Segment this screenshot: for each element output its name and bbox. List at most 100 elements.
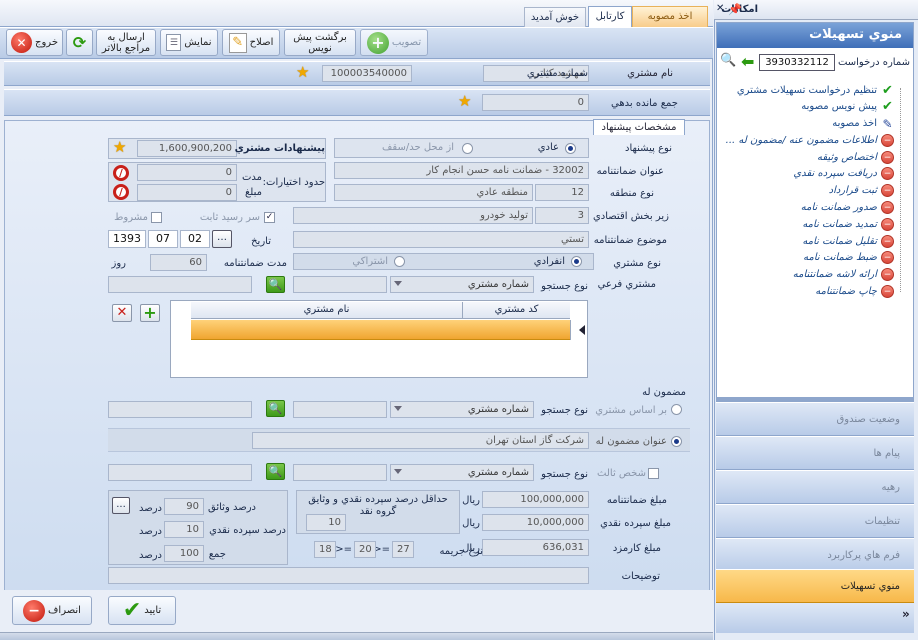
date-day-field[interactable]: 02 bbox=[180, 230, 210, 248]
joint-radio[interactable] bbox=[394, 256, 405, 267]
check-icon: ✔ bbox=[882, 99, 893, 114]
date-year-field[interactable]: 1393 bbox=[108, 230, 146, 248]
fixed-receipt-label: سر رسيد ثابت bbox=[199, 212, 260, 223]
third-search-select[interactable]: شماره مشتري bbox=[390, 464, 534, 481]
tree-item-print[interactable]: − چاپ ضمانتنامه bbox=[815, 285, 894, 298]
approve-button[interactable]: تصویب + bbox=[360, 29, 428, 56]
check-icon: ✔ bbox=[882, 83, 893, 98]
stop-icon: − bbox=[881, 235, 894, 248]
tree-item-issue[interactable]: − صدور ضمانت نامه bbox=[801, 201, 894, 214]
type-limit-radio[interactable] bbox=[462, 143, 473, 154]
tree-item-collateral[interactable]: − اختصاص وثيقه bbox=[817, 151, 894, 164]
close-icon: ✕ bbox=[11, 32, 33, 53]
subject-label: موضوع ضمانتنامه bbox=[593, 235, 667, 246]
third-party-input[interactable] bbox=[293, 464, 387, 481]
tree-item-contract[interactable]: − ثبت قرارداد bbox=[829, 184, 894, 197]
type-limit-label: از محل حد/سقف bbox=[382, 142, 454, 153]
document-icon: ☰ bbox=[166, 34, 182, 51]
expand-chevron-icon[interactable]: » bbox=[902, 607, 910, 621]
nav-frequent-forms[interactable]: فرم هاي پركاربرد bbox=[716, 538, 914, 572]
delete-row-button[interactable]: ✕ bbox=[112, 304, 132, 322]
gt-duration-field: 60 bbox=[150, 254, 207, 271]
collateral-pct-label: درصد وثائق bbox=[208, 502, 256, 513]
beneficiary-search-value: شماره مشتري bbox=[467, 404, 529, 415]
conditional-label: مشروط bbox=[114, 212, 148, 223]
back-arrow-icon[interactable]: ⬅ bbox=[741, 52, 754, 71]
sub-customer-input[interactable] bbox=[293, 276, 387, 293]
tree-item-beneficiary-info[interactable]: − اطلاعات مضمون عنه /مضمون له ... bbox=[726, 134, 894, 147]
tree-item-approval[interactable]: ✎ اخذ مصوبه bbox=[832, 117, 894, 131]
region-code-field: 12 bbox=[535, 184, 589, 201]
exit-button[interactable]: خروج ✕ bbox=[6, 29, 63, 56]
star-icon[interactable]: ★ bbox=[296, 63, 309, 81]
date-month-field[interactable]: 07 bbox=[148, 230, 178, 248]
tree-item-extend[interactable]: − تمديد ضمانت نامه bbox=[802, 218, 894, 231]
tree-item-label: اخذ مصوبه bbox=[832, 118, 877, 129]
pin-icon[interactable]: 📌 bbox=[728, 3, 742, 16]
nav-settings[interactable]: تنظيمات bbox=[716, 504, 914, 538]
delete-icon: ✕ bbox=[116, 305, 128, 320]
add-row-button[interactable]: + bbox=[140, 304, 160, 322]
stop-icon: − bbox=[881, 268, 894, 281]
show-button[interactable]: نمایش ☰ bbox=[160, 29, 218, 56]
chevron-down-icon bbox=[394, 281, 402, 286]
tree-item-label: اطلاعات مضمون عنه /مضمون له ... bbox=[725, 135, 877, 146]
beneficiary-customer-input[interactable] bbox=[293, 401, 387, 418]
star-icon[interactable]: ★ bbox=[113, 138, 126, 156]
cancel-button[interactable]: انصراف − bbox=[12, 596, 92, 625]
collateral-more-button[interactable]: ... bbox=[112, 497, 130, 514]
search-icon[interactable]: 🔍 bbox=[720, 53, 736, 68]
search-button[interactable]: 🔍 bbox=[266, 276, 285, 293]
stop-icon: − bbox=[881, 251, 894, 264]
tree-item-reduce[interactable]: − تقليل ضمانت نامه bbox=[802, 235, 894, 248]
return-draft-button[interactable]: برگشت پیش نویس bbox=[284, 29, 356, 56]
conditional-checkbox[interactable] bbox=[151, 212, 162, 223]
beneficiary-search-select[interactable]: شماره مشتري bbox=[390, 401, 534, 418]
nav-facilities-menu[interactable]: منوي تسهيلات bbox=[716, 569, 914, 603]
tree-item-seize[interactable]: − ضبط ضمانت نامه bbox=[803, 251, 894, 264]
send-higher-button[interactable]: ارسال به مراجع بالاتر bbox=[96, 29, 156, 56]
fixed-receipt-checkbox[interactable]: ✓ bbox=[264, 212, 275, 223]
type-normal-radio[interactable] bbox=[565, 143, 576, 154]
no-entry-icon: / bbox=[113, 184, 129, 200]
beneficiary-title-field[interactable]: شركت گاز استان تهران bbox=[252, 432, 589, 449]
tree-item-label: تقليل ضمانت نامه bbox=[802, 236, 877, 247]
tree-item-label: چاپ ضمانتنامه bbox=[815, 286, 877, 297]
tab-welcome[interactable]: خوش آمدید bbox=[524, 7, 586, 27]
cash-deposit-label: مبلغ سپرده نقدي bbox=[600, 518, 671, 529]
confirm-button[interactable]: تاييد ✔ bbox=[108, 596, 176, 625]
tab-approval[interactable]: اخذ مصوبه bbox=[632, 6, 708, 27]
star-icon[interactable]: ★ bbox=[458, 92, 471, 110]
by-customer-radio[interactable] bbox=[671, 404, 682, 415]
nav-pawn[interactable]: رهيه bbox=[716, 470, 914, 504]
tree-item-present[interactable]: − ارائه لاشه ضمانتنامه bbox=[793, 268, 894, 281]
individual-radio[interactable] bbox=[571, 256, 582, 267]
sidebar-close-icon[interactable]: ✕ bbox=[716, 3, 724, 14]
notes-field[interactable] bbox=[108, 567, 589, 584]
status-strip bbox=[0, 632, 713, 640]
penalty-label: نرخ جريمه bbox=[439, 546, 483, 557]
third-party-checkbox[interactable] bbox=[648, 468, 659, 479]
search-type-select[interactable]: شماره مشتري bbox=[390, 276, 534, 293]
search-type-value: شماره مشتري bbox=[467, 279, 529, 290]
nav-messages[interactable]: پيام ها bbox=[716, 436, 914, 470]
tree-item-draft[interactable]: ✔ پيش نويس مصوبه bbox=[801, 99, 894, 114]
beneficiary-title-radio[interactable] bbox=[671, 436, 682, 447]
tree-item-cash-deposit[interactable]: − دريافت سپرده نقدي bbox=[793, 167, 894, 180]
fee-field: 636,031 bbox=[482, 539, 589, 556]
nav-cash-status[interactable]: وضعيت صندوق bbox=[716, 402, 914, 436]
proposal-tab[interactable]: مشخصات پيشنهاد bbox=[593, 119, 685, 135]
tab-cartable[interactable]: کارتابل bbox=[588, 6, 632, 28]
search-button[interactable]: 🔍 bbox=[266, 463, 285, 480]
ge-sign: >= bbox=[335, 544, 352, 555]
request-number-input[interactable]: 3930332112 bbox=[759, 54, 835, 71]
guarantee-title-field: 32002 - ضمانت نامه حسن انجام كار bbox=[334, 162, 589, 179]
date-picker-button[interactable]: … bbox=[212, 230, 232, 248]
edit-button[interactable]: اصلاح ✎ bbox=[222, 29, 280, 56]
table-row-selected[interactable] bbox=[191, 320, 570, 340]
beneficiary-search-type-label: نوع جستجو bbox=[541, 405, 588, 416]
tree-item-request[interactable]: ✔ تنظيم درخواست تسهيلات مشتري bbox=[737, 83, 894, 98]
refresh-button[interactable]: ⟳ bbox=[66, 29, 93, 56]
search-button[interactable]: 🔍 bbox=[266, 400, 285, 417]
gt-amount-label: مبلغ ضمانتنامه bbox=[606, 495, 667, 506]
